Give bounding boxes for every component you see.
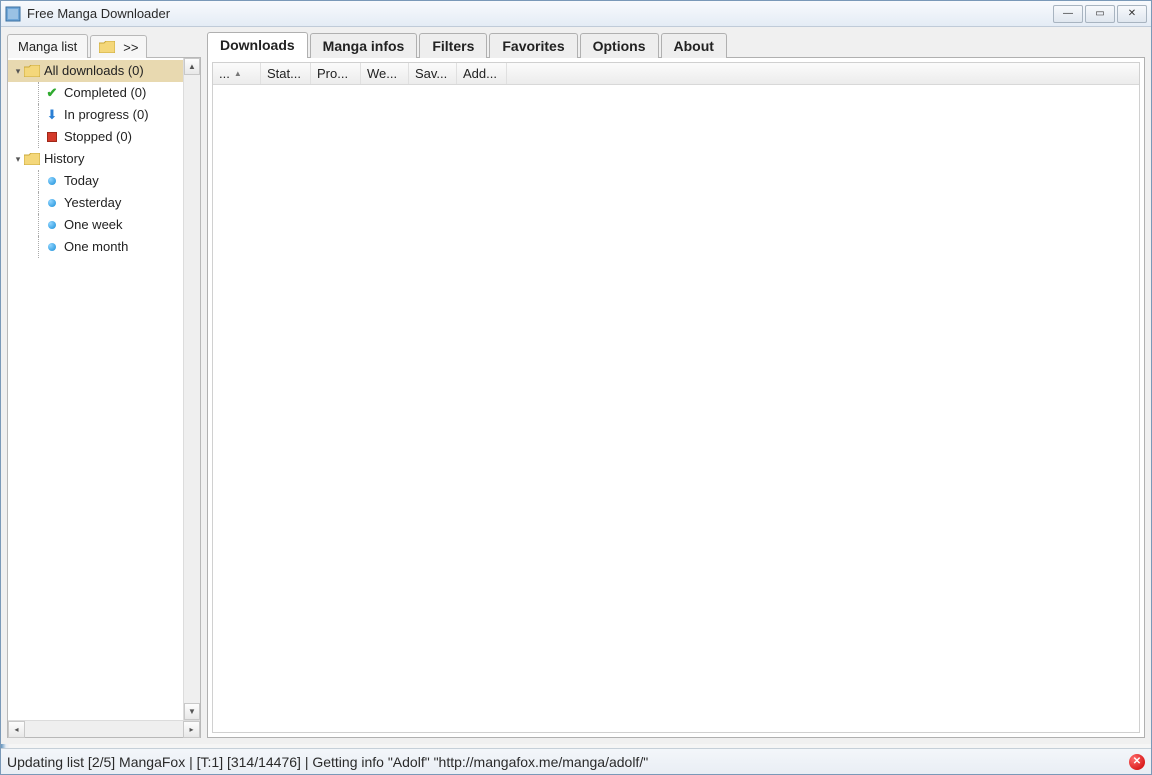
grid-body[interactable] xyxy=(213,85,1139,732)
expander-icon[interactable]: ▾ xyxy=(12,60,24,82)
tab-manga-list[interactable]: Manga list xyxy=(7,34,88,58)
tree-label: Today xyxy=(64,170,99,192)
grid-header: ... ▲ Stat... Pro... We... Sav... Add... xyxy=(213,63,1139,85)
main-split: Manga list >> ▾ xyxy=(7,31,1145,738)
col-added[interactable]: Add... xyxy=(457,63,507,84)
application-window: Free Manga Downloader — ▭ ✕ Manga list >… xyxy=(0,0,1152,775)
spacer xyxy=(7,738,1145,744)
folder-icon xyxy=(24,151,40,167)
tree-today[interactable]: Today xyxy=(8,170,200,192)
tree-label: History xyxy=(44,148,84,170)
tab-folder-browse[interactable]: >> xyxy=(90,35,147,58)
folder-icon xyxy=(24,63,40,79)
scroll-right-icon[interactable]: ▸ xyxy=(183,721,200,738)
tree-label: All downloads (0) xyxy=(44,60,144,82)
bullet-icon xyxy=(44,173,60,189)
col-index[interactable]: ... ▲ xyxy=(213,63,261,84)
tree-hscrollbar[interactable]: ◂ ▸ xyxy=(8,720,200,737)
tree-scroll: ▾ All downloads (0) ✔ Completed (0) xyxy=(8,58,200,720)
status-text: Updating list [2/5] MangaFox | [T:1] [31… xyxy=(7,754,648,770)
tab-manga-infos[interactable]: Manga infos xyxy=(310,33,418,58)
download-tree: ▾ All downloads (0) ✔ Completed (0) xyxy=(8,58,200,260)
client-area: Manga list >> ▾ xyxy=(1,27,1151,744)
tree-label: Completed (0) xyxy=(64,82,146,104)
tree-in-progress[interactable]: ⬇ In progress (0) xyxy=(8,104,200,126)
error-icon[interactable]: ✕ xyxy=(1129,754,1145,770)
sidebar: Manga list >> ▾ xyxy=(7,31,201,738)
window-title: Free Manga Downloader xyxy=(27,6,1051,21)
main-tabs: Downloads Manga infos Filters Favorites … xyxy=(207,31,1145,57)
expander-icon[interactable]: ▾ xyxy=(12,148,24,170)
statusbar: Updating list [2/5] MangaFox | [T:1] [31… xyxy=(1,748,1151,774)
main-area: Downloads Manga infos Filters Favorites … xyxy=(207,31,1145,738)
col-website[interactable]: We... xyxy=(361,63,409,84)
tree-label: Yesterday xyxy=(64,192,121,214)
tree-yesterday[interactable]: Yesterday xyxy=(8,192,200,214)
col-saveto[interactable]: Sav... xyxy=(409,63,457,84)
tree-label: One week xyxy=(64,214,123,236)
sort-asc-icon: ▲ xyxy=(234,69,242,78)
scroll-track[interactable] xyxy=(25,721,183,737)
tab-filters[interactable]: Filters xyxy=(419,33,487,58)
col-filler xyxy=(507,63,1139,84)
col-label: ... xyxy=(219,66,230,81)
stop-icon xyxy=(44,129,60,145)
window-controls: — ▭ ✕ xyxy=(1051,5,1147,23)
tree-completed[interactable]: ✔ Completed (0) xyxy=(8,82,200,104)
titlebar: Free Manga Downloader — ▭ ✕ xyxy=(1,1,1151,27)
bullet-icon xyxy=(44,239,60,255)
maximize-button[interactable]: ▭ xyxy=(1085,5,1115,23)
tab-folder-label: >> xyxy=(123,40,138,55)
tree-vscrollbar[interactable]: ▲ ▼ xyxy=(183,58,200,720)
tree-one-week[interactable]: One week xyxy=(8,214,200,236)
tab-downloads[interactable]: Downloads xyxy=(207,32,308,58)
bullet-icon xyxy=(44,195,60,211)
downloads-panel: ... ▲ Stat... Pro... We... Sav... Add... xyxy=(207,57,1145,738)
tree-all-downloads[interactable]: ▾ All downloads (0) xyxy=(8,60,200,82)
tree-label: One month xyxy=(64,236,128,258)
bullet-icon xyxy=(44,217,60,233)
tree-one-month[interactable]: One month xyxy=(8,236,200,258)
tab-favorites[interactable]: Favorites xyxy=(489,33,577,58)
col-progress[interactable]: Pro... xyxy=(311,63,361,84)
tree-label: In progress (0) xyxy=(64,104,149,126)
check-icon: ✔ xyxy=(44,85,60,101)
col-status[interactable]: Stat... xyxy=(261,63,311,84)
tree-label: Stopped (0) xyxy=(64,126,132,148)
scroll-left-icon[interactable]: ◂ xyxy=(8,721,25,738)
folder-icon xyxy=(99,39,115,55)
scroll-track[interactable] xyxy=(184,75,200,703)
tree-history[interactable]: ▾ History xyxy=(8,148,200,170)
scroll-down-icon[interactable]: ▼ xyxy=(184,703,200,720)
tree-panel: ▾ All downloads (0) ✔ Completed (0) xyxy=(7,57,201,738)
minimize-button[interactable]: — xyxy=(1053,5,1083,23)
sidebar-tabs: Manga list >> xyxy=(7,31,201,57)
tab-about[interactable]: About xyxy=(661,33,727,58)
downloads-grid: ... ▲ Stat... Pro... We... Sav... Add... xyxy=(212,62,1140,733)
download-arrow-icon: ⬇ xyxy=(44,107,60,123)
app-icon xyxy=(5,6,21,22)
scroll-up-icon[interactable]: ▲ xyxy=(184,58,200,75)
tab-options[interactable]: Options xyxy=(580,33,659,58)
close-button[interactable]: ✕ xyxy=(1117,5,1147,23)
tree-stopped[interactable]: Stopped (0) xyxy=(8,126,200,148)
